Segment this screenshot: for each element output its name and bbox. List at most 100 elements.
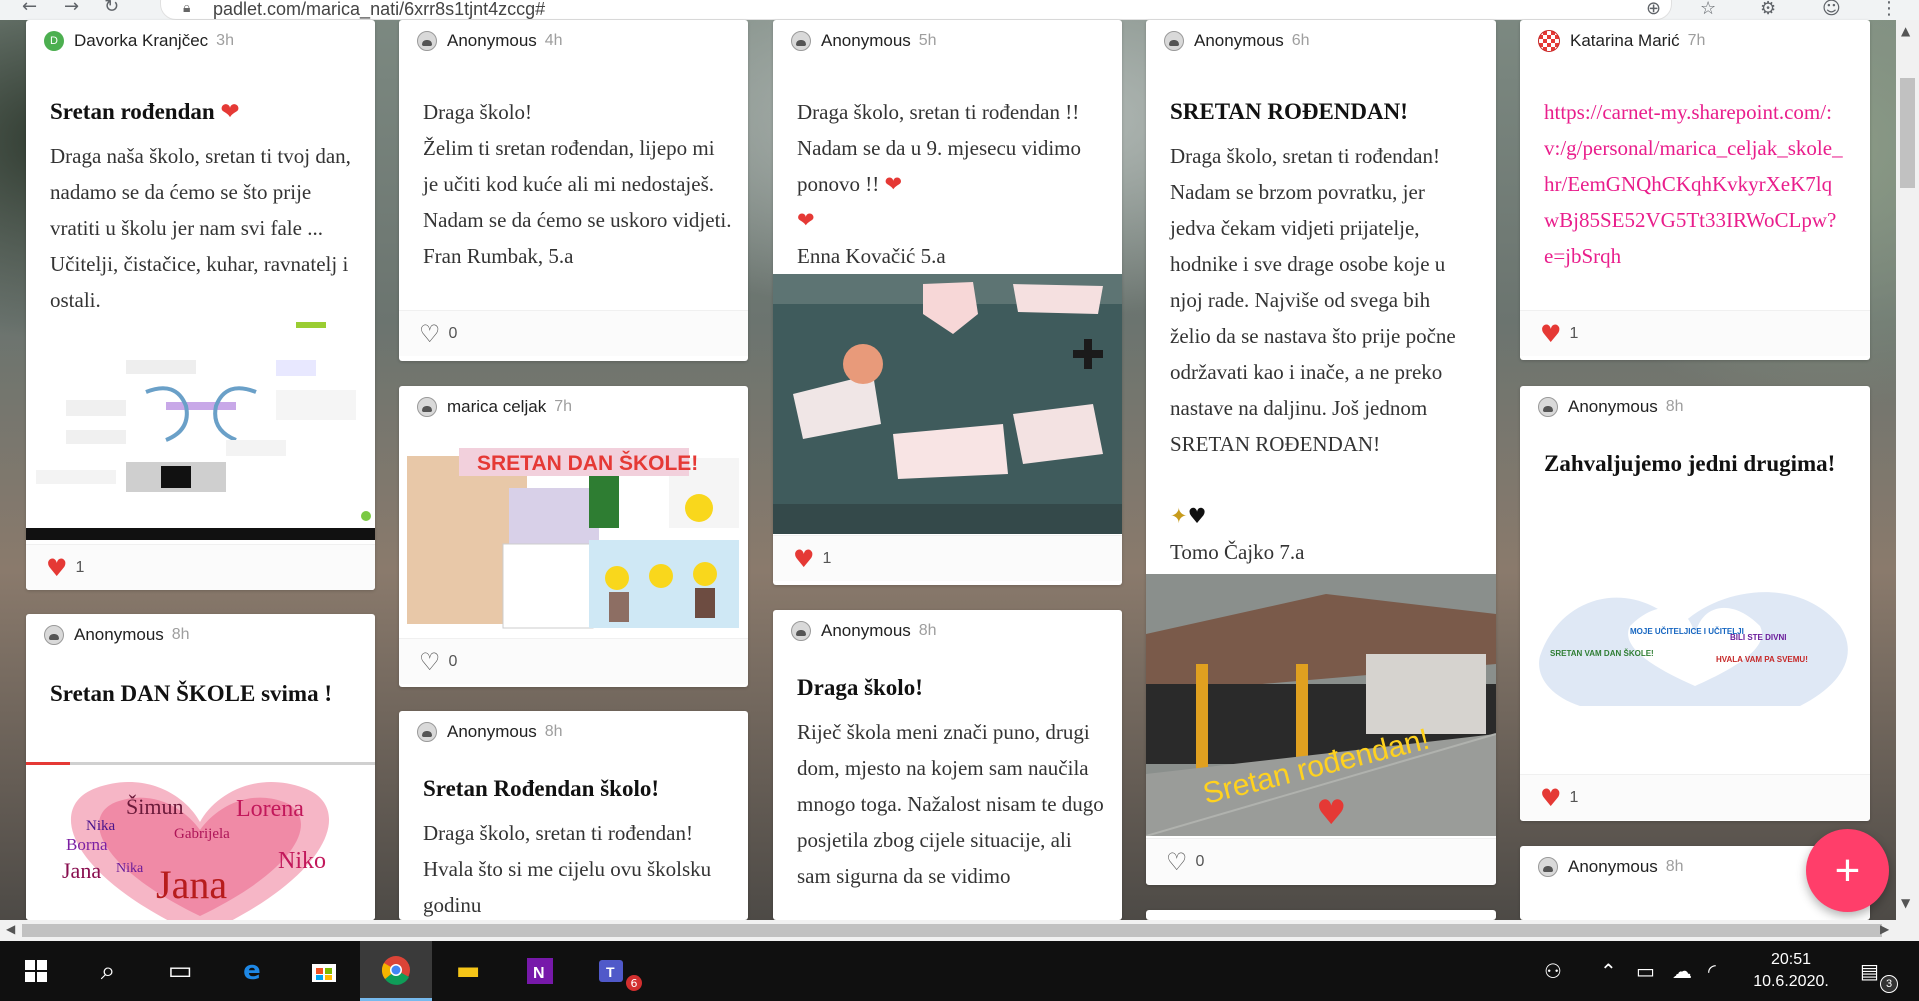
battery-icon[interactable]: ▭ xyxy=(1636,941,1655,1001)
post-time: 8h xyxy=(1665,858,1684,875)
word-jana: Jana xyxy=(156,862,227,907)
post-card[interactable]: Anonymous 5h Draga školo, sretan ti rođe… xyxy=(773,20,1122,585)
people-icon[interactable]: ⚇ xyxy=(1544,941,1562,1001)
like-count: 1 xyxy=(75,558,85,576)
drawn-avatar xyxy=(417,397,437,417)
forward-icon[interactable]: → xyxy=(64,0,79,17)
wordcloud-heart-image[interactable]: Šimun Lorena Borna Gabrijela Nika Jana J… xyxy=(26,766,375,920)
like-count: 0 xyxy=(448,652,458,670)
mindmap-image[interactable] xyxy=(26,320,375,540)
author-name: Anonymous xyxy=(1568,397,1658,416)
word-hvala: HVALA VAM PA SVEMU! xyxy=(1716,655,1808,664)
like-bar: ♥ 1 xyxy=(1520,310,1870,356)
wordcloud-hands-image[interactable]: HVALA VAM PA SVEMU! MOJE UČITELJICE I UČ… xyxy=(1520,536,1870,766)
post-card[interactable]: Katarina Marić 7h https://carnet-my.shar… xyxy=(1520,20,1870,360)
like-heart-icon[interactable]: ♡ xyxy=(1166,850,1188,874)
like-bar: ♡ 0 xyxy=(1146,838,1496,884)
anonymous-avatar xyxy=(1538,857,1558,877)
notifications-icon[interactable]: ▤ xyxy=(1860,941,1879,1001)
back-icon[interactable]: ← xyxy=(22,0,37,17)
post-author-row: Anonymous 4h xyxy=(417,28,563,54)
scrollbar-thumb[interactable] xyxy=(22,924,1882,937)
post-author-row: D Davorka Kranjčec 3h xyxy=(44,28,234,54)
checkered-avatar xyxy=(1538,30,1560,52)
edge-icon[interactable]: e xyxy=(216,941,288,1001)
post-card[interactable]: Anonymous 8h Sretan Rođendan školo! Drag… xyxy=(399,711,748,920)
post-title: SRETAN ROĐENDAN! xyxy=(1170,99,1408,124)
like-heart-icon[interactable]: ♥ xyxy=(1540,322,1562,346)
post-author-row: Katarina Marić 7h xyxy=(1538,28,1705,54)
reload-icon[interactable]: ↻ xyxy=(104,0,119,17)
post-body: Riječ škola meni znači puno, drugi dom, … xyxy=(797,720,1104,888)
word-nika: Nika xyxy=(86,818,116,834)
horizontal-scrollbar[interactable]: ◀ ▶ xyxy=(0,920,1919,941)
post-author-row: marica celjak 7h xyxy=(417,394,572,420)
post-card[interactable]: marica celjak 7h SRETAN DAN ŠKOLE! ♡ 0 xyxy=(399,386,748,687)
file-explorer-icon[interactable]: ▬ xyxy=(432,941,504,1001)
collage-caption: SRETAN DAN ŠKOLE! xyxy=(477,451,698,475)
store-icon[interactable] xyxy=(288,941,360,1001)
scroll-up-icon[interactable]: ▲ xyxy=(1901,24,1910,38)
task-view-icon[interactable]: ▭ xyxy=(144,941,216,1001)
post-card[interactable]: Anonymous 8h Sretan DAN ŠKOLE svima ! Ši… xyxy=(26,614,375,920)
chrome-icon[interactable] xyxy=(360,941,432,1001)
post-time: 8h xyxy=(918,622,937,639)
post-card[interactable]: Anonymous 4h Draga školo! Želim ti sreta… xyxy=(399,20,748,361)
extension-icon[interactable]: ⚙ xyxy=(1760,0,1776,19)
post-card[interactable]: Anonymous 6h SRETAN ROĐENDAN! Draga škol… xyxy=(1146,20,1496,885)
like-heart-icon[interactable]: ♥ xyxy=(1540,786,1562,810)
like-heart-icon[interactable]: ♡ xyxy=(419,650,441,674)
author-name: Anonymous xyxy=(447,722,537,741)
black-heart-icon: ♥ xyxy=(1187,504,1207,528)
star-icon[interactable]: ☆ xyxy=(1700,0,1716,19)
like-count: 0 xyxy=(448,324,458,342)
vertical-scrollbar[interactable]: ▲ ▼ xyxy=(1896,20,1919,920)
post-link[interactable]: https://carnet-my.sharepoint.com/:v:/g/p… xyxy=(1544,94,1844,274)
anonymous-avatar xyxy=(417,31,437,51)
post-time: 7h xyxy=(554,398,572,415)
profile-icon[interactable]: ☺ xyxy=(1822,0,1841,19)
post-author-row: Anonymous 8h xyxy=(417,719,563,745)
author-name: Anonymous xyxy=(1194,31,1284,50)
author-name: Anonymous xyxy=(821,621,911,640)
poster-photo[interactable] xyxy=(773,274,1122,534)
word-gabrijela: Gabrijela xyxy=(174,826,230,842)
word-niko: Niko xyxy=(278,848,326,874)
clock[interactable]: 20:51 10.6.2020. xyxy=(1736,949,1846,993)
post-card[interactable]: Anonymous 8h Zahvaljujemo jedni drugima!… xyxy=(1520,386,1870,821)
windows-start-icon[interactable] xyxy=(0,941,72,1001)
scroll-down-icon[interactable]: ▼ xyxy=(1901,896,1910,910)
lock-icon: 🔒︎ xyxy=(183,0,191,15)
notification-badge: 3 xyxy=(1880,975,1898,993)
post-body: Draga naša školo, sretan ti tvoj dan, na… xyxy=(50,144,351,312)
post-card-partial[interactable] xyxy=(1146,910,1496,920)
scroll-right-icon[interactable]: ▶ xyxy=(1880,922,1889,936)
anonymous-avatar xyxy=(1538,397,1558,417)
menu-icon[interactable]: ⋮ xyxy=(1880,0,1898,19)
address-bar[interactable]: 🔒︎ padlet.com/marica_nati/6xrr8s1tjnt4zc… xyxy=(160,0,1672,20)
wifi-icon[interactable]: ◜ xyxy=(1708,941,1716,1001)
tray-chevron-icon[interactable]: ⌃ xyxy=(1600,941,1617,1001)
post-author-row: Anonymous 8h xyxy=(1538,854,1684,880)
party-popper-icon: ✦ xyxy=(1170,504,1188,528)
like-heart-icon[interactable]: ♥ xyxy=(793,547,815,571)
like-heart-icon[interactable]: ♥ xyxy=(46,556,68,580)
search-icon[interactable]: ⌕ xyxy=(72,941,144,1001)
school-photo[interactable]: Sretan rođendan! ♥ xyxy=(1146,574,1496,837)
like-count: 0 xyxy=(1195,852,1205,870)
scroll-left-icon[interactable]: ◀ xyxy=(6,922,15,936)
teams-icon[interactable]: T 6 xyxy=(576,941,648,1001)
heart-sticker-icon: ♥ xyxy=(1316,793,1346,833)
add-post-button[interactable]: + xyxy=(1806,829,1889,912)
like-count: 1 xyxy=(1569,324,1579,342)
collage-image[interactable]: SRETAN DAN ŠKOLE! xyxy=(399,448,748,636)
emoji-row: ✦♥ xyxy=(1170,498,1206,534)
post-card[interactable]: D Davorka Kranjčec 3h Sretan rođendan ❤ … xyxy=(26,20,375,590)
post-author-row: Anonymous 5h xyxy=(791,28,937,54)
install-icon[interactable]: ⊕ xyxy=(1646,0,1661,19)
onedrive-icon[interactable]: ☁ xyxy=(1672,941,1692,1001)
like-heart-icon[interactable]: ♡ xyxy=(419,322,441,346)
post-card[interactable]: Anonymous 8h Draga školo! Riječ škola me… xyxy=(773,610,1122,920)
scrollbar-thumb[interactable] xyxy=(1900,78,1915,188)
onenote-icon[interactable]: N xyxy=(504,941,576,1001)
